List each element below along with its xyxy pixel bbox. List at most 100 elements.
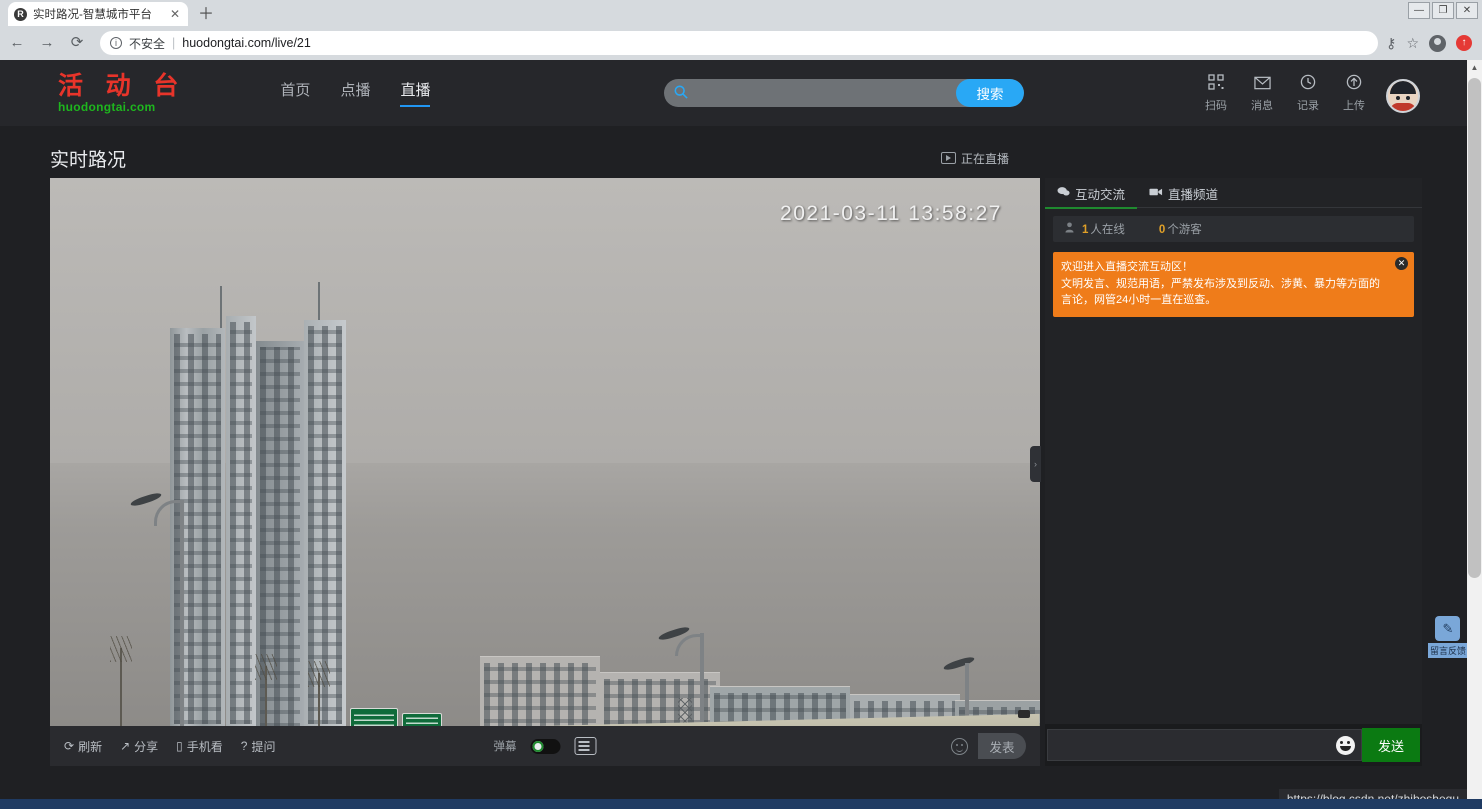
bare-tree [110,636,132,726]
page-body: 活 动 台 huodongtai.com 首页 点播 直播 搜索 扫码 消息 记… [0,60,1482,809]
online-count-label: 人在线 [1090,224,1125,236]
header-tool-scan-label: 扫码 [1205,99,1227,112]
new-tab-button[interactable]: ＋ [198,7,214,23]
pencil-icon[interactable]: ✎ [1435,616,1461,641]
key-icon[interactable]: ⚷ [1386,35,1396,52]
refresh-button[interactable]: ⟳ 刷新 [64,738,102,755]
page-scrollbar[interactable]: ▲ ▼ [1467,60,1482,809]
chat-input[interactable] [1054,738,1336,752]
feedback-widget[interactable]: ✎ 留言反馈 [1427,616,1468,658]
header-tool-upload[interactable]: 上传 [1340,74,1368,113]
search-bar[interactable]: 搜索 [664,79,1024,107]
skyscraper [170,328,225,726]
street-lamp-head [942,655,976,672]
mobile-phone-icon: ▯ [176,739,183,753]
bare-tree [308,661,330,726]
header-tool-scan[interactable]: 扫码 [1202,73,1230,113]
header-tools: 扫码 消息 记录 上传 [1202,73,1420,113]
danmaku-toggle[interactable] [530,738,561,754]
street-lamp-pole [180,500,184,726]
chat-message-list[interactable] [1045,317,1422,725]
chat-input-box[interactable] [1047,729,1362,761]
update-icon[interactable]: ↑ [1456,35,1472,51]
tab-favicon-icon: R [14,7,27,21]
tab-close-icon[interactable]: ✕ [168,7,182,21]
danmaku-settings-icon[interactable] [574,737,597,755]
logo-domain-text: huodongtai.com [58,99,156,114]
live-status-badge: 正在直播 [940,150,1009,167]
share-button[interactable]: ↗ 分享 [120,738,158,755]
minimize-button[interactable]: — [1408,2,1430,19]
camera-marker [1018,710,1030,718]
tab-live-channel[interactable]: 直播频道 [1137,178,1230,208]
question-mark-icon: ? [240,739,248,753]
emoji-icon[interactable] [1336,735,1355,755]
os-taskbar [0,799,1482,809]
header-tool-history[interactable]: 记录 [1294,74,1322,113]
address-bar[interactable]: i 不安全 | huodongtai.com/live/21 [100,31,1379,55]
post-danmaku-button[interactable]: 发表 [978,733,1026,759]
profile-icon[interactable] [1429,34,1446,52]
tab-title: 实时路况-智慧城市平台 [33,9,152,21]
chat-input-row: 发送 [1045,724,1422,766]
avatar[interactable] [1386,78,1420,113]
mobile-view-button[interactable]: ▯ 手机看 [176,738,223,755]
panel-collapse-handle[interactable]: › [1030,446,1041,482]
browser-toolbar: ← → ⟳ i 不安全 | huodongtai.com/live/21 ⚷ ☆… [0,26,1482,60]
share-icon: ↗ [120,739,131,753]
video-surface[interactable]: 2021-03-11 13:58:27 [50,178,1040,726]
emoji-icon[interactable] [951,737,968,755]
mobile-view-label: 手机看 [186,739,223,754]
nav-item-vod[interactable]: 点播 [340,79,370,107]
ask-question-button[interactable]: ? 提问 [241,738,276,755]
danmaku-post-group: 发表 [951,733,1026,759]
tab-interaction[interactable]: 互动交流 [1045,178,1138,209]
search-icon [664,85,698,102]
bookmark-star-icon[interactable]: ☆ [1406,35,1419,52]
header-tool-upload-label: 上传 [1343,99,1365,112]
site-info-icon[interactable]: i [110,37,122,49]
building [480,656,600,726]
upload-icon [1346,74,1362,94]
danmaku-controls: 弹幕 [494,737,597,755]
player-control-bar: ⟳ 刷新 ↗ 分享 ▯ 手机看 ? 提问 弹幕 发表 [50,726,1040,766]
bare-tree [255,654,277,726]
refresh-icon: ⟳ [64,739,75,753]
nav-item-home[interactable]: 首页 [280,79,310,107]
header-tool-history-label: 记录 [1297,99,1319,112]
send-message-button[interactable]: 发送 [1362,728,1420,762]
tab-live-channel-label: 直播频道 [1168,187,1219,202]
chat-notice: ✕ 欢迎进入直播交流互动区！ 文明发言、规范用语，严禁发布涉及到反动、涉黄、暴力… [1053,252,1414,317]
notice-close-icon[interactable]: ✕ [1395,257,1408,270]
header-tool-messages-label: 消息 [1251,99,1273,112]
close-window-button[interactable]: ✕ [1456,2,1478,19]
live-status-label: 正在直播 [960,151,1009,166]
danmaku-label: 弹幕 [493,741,517,753]
browser-tab[interactable]: R 实时路况-智慧城市平台 ✕ [8,2,188,26]
video-camera-icon [1149,186,1163,200]
search-input[interactable] [698,85,956,101]
refresh-label: 刷新 [78,739,103,754]
highway-sign [350,708,398,726]
skyscraper [226,316,256,726]
scroll-thumb[interactable] [1468,78,1481,578]
browser-titlebar: R 实时路况-智慧城市平台 ✕ ＋ — ❐ ✕ [0,0,1482,26]
notice-line-1: 欢迎进入直播交流互动区！ [1061,261,1193,273]
chat-tabs: 互动交流 直播频道 [1045,178,1422,209]
browser-chrome: R 实时路况-智慧城市平台 ✕ ＋ — ❐ ✕ ← → ⟳ i 不安全 | hu… [0,0,1482,60]
forward-icon[interactable]: → [36,32,58,54]
reload-icon[interactable]: ⟳ [66,32,88,54]
nav-item-live[interactable]: 直播 [400,79,431,107]
site-logo[interactable]: 活 动 台 huodongtai.com [58,72,185,114]
back-icon[interactable]: ← [6,32,28,54]
header-tool-messages[interactable]: 消息 [1248,76,1276,113]
search-button[interactable]: 搜索 [956,79,1024,107]
maximize-button[interactable]: ❐ [1432,2,1454,19]
toolbar-icons: ⚷ ☆ ↑ [1386,34,1476,52]
guest-count-stat: 0 个游客 [1159,221,1202,237]
street-lamp-pole [700,633,704,726]
chat-status-bar: 1 人在线 0 个游客 [1053,216,1414,242]
scroll-up-arrow[interactable]: ▲ [1467,60,1482,75]
main-navigation: 首页 点播 直播 [280,79,431,107]
online-count-stat: 1 人在线 [1082,221,1125,237]
